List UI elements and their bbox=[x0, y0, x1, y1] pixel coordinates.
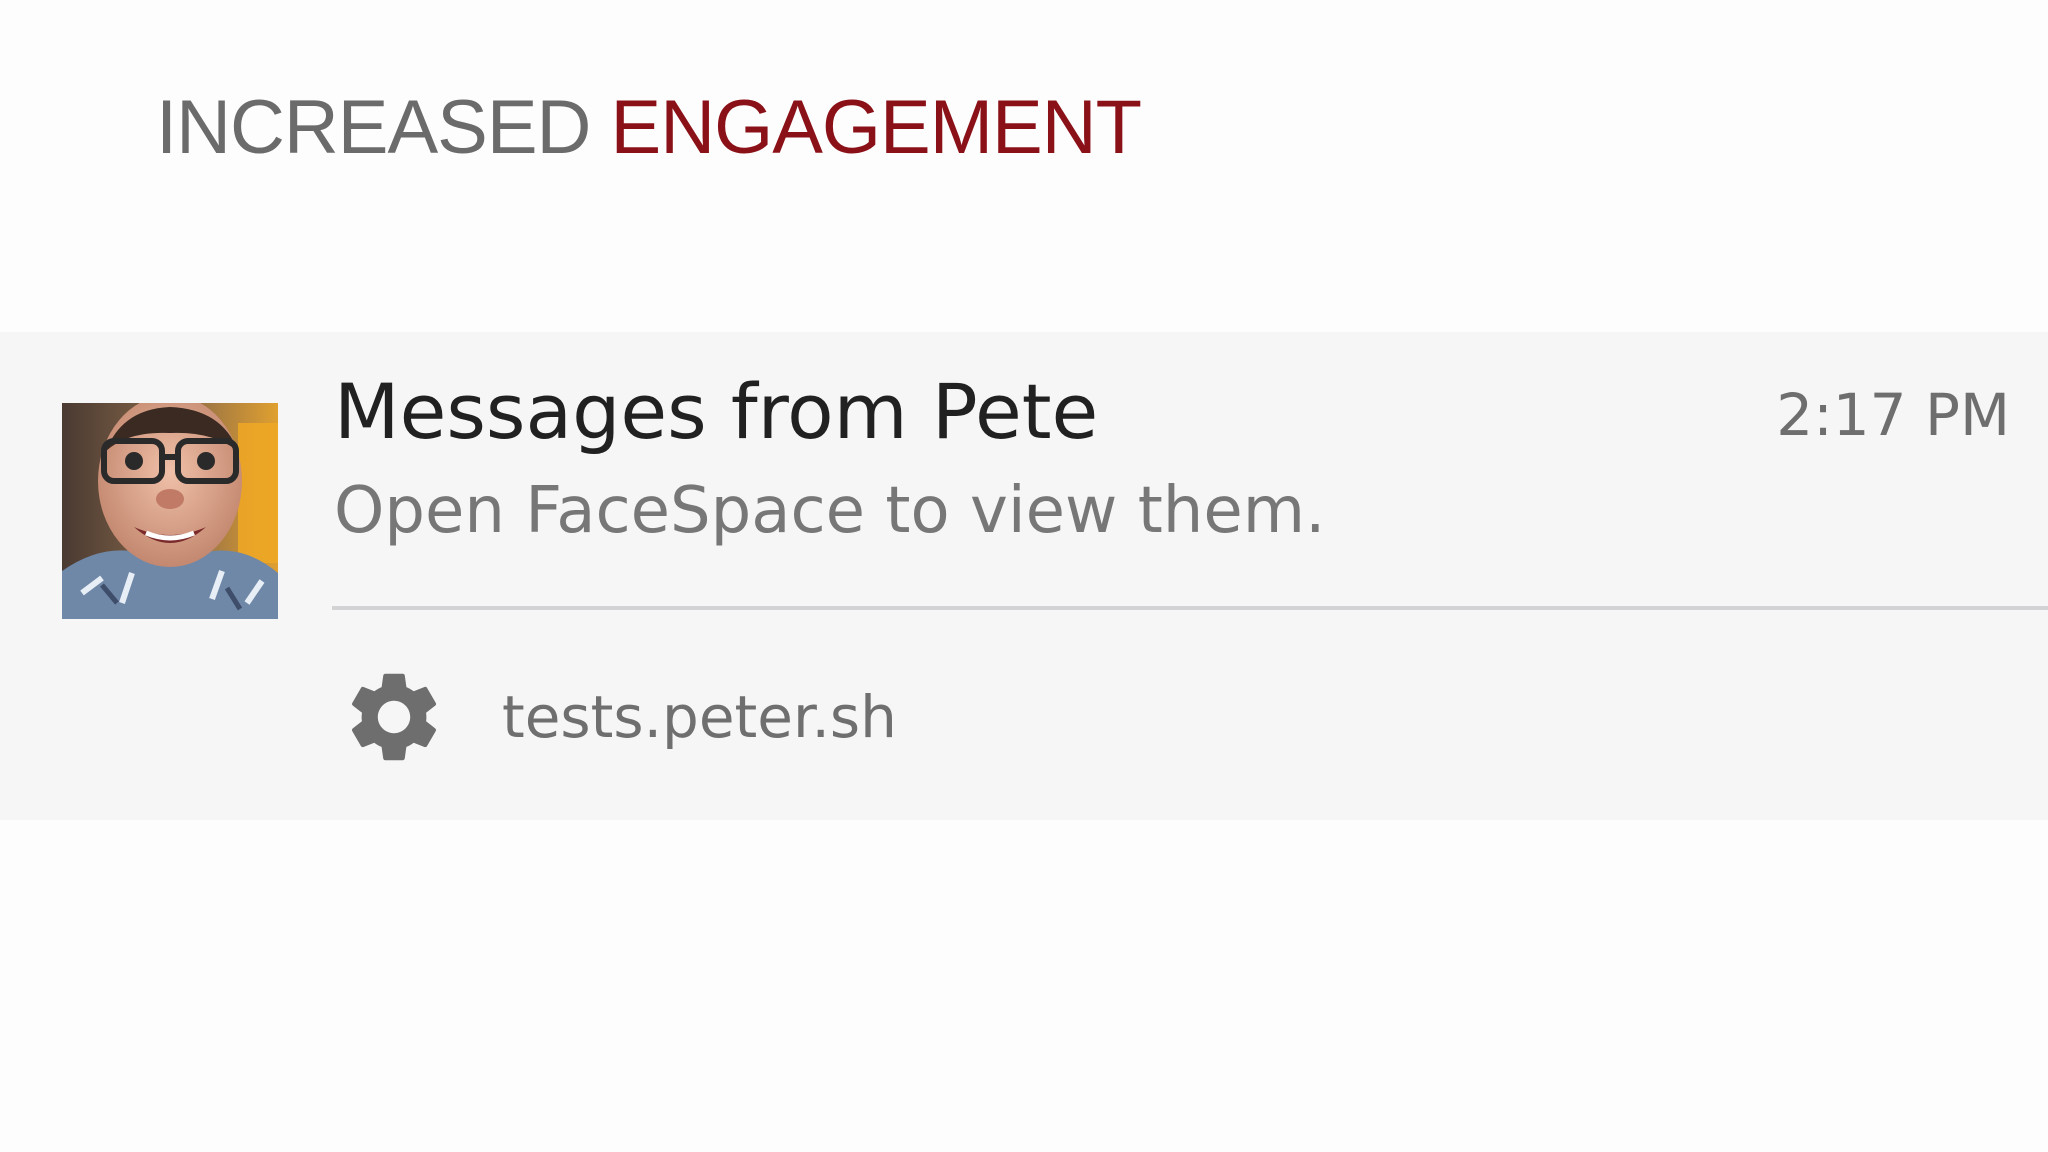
slide-title-accent: ENGAGEMENT bbox=[610, 85, 1142, 170]
slide-title-plain: INCREASED bbox=[156, 85, 611, 170]
notification-time: 2:17 PM bbox=[1776, 381, 2010, 449]
slide-title: INCREASED ENGAGEMENT bbox=[156, 90, 1142, 166]
notification-settings-row[interactable]: tests.peter.sh bbox=[340, 662, 897, 772]
notification-title: Messages from Pete bbox=[334, 367, 1099, 456]
notification-origin: tests.peter.sh bbox=[502, 683, 897, 751]
notification-card[interactable]: Messages from Pete 2:17 PM Open FaceSpac… bbox=[0, 332, 2048, 820]
avatar bbox=[62, 403, 278, 619]
gear-icon[interactable] bbox=[340, 663, 448, 771]
divider bbox=[332, 606, 2048, 610]
avatar-photo bbox=[62, 403, 278, 619]
notification-body: Open FaceSpace to view them. bbox=[334, 474, 1326, 548]
